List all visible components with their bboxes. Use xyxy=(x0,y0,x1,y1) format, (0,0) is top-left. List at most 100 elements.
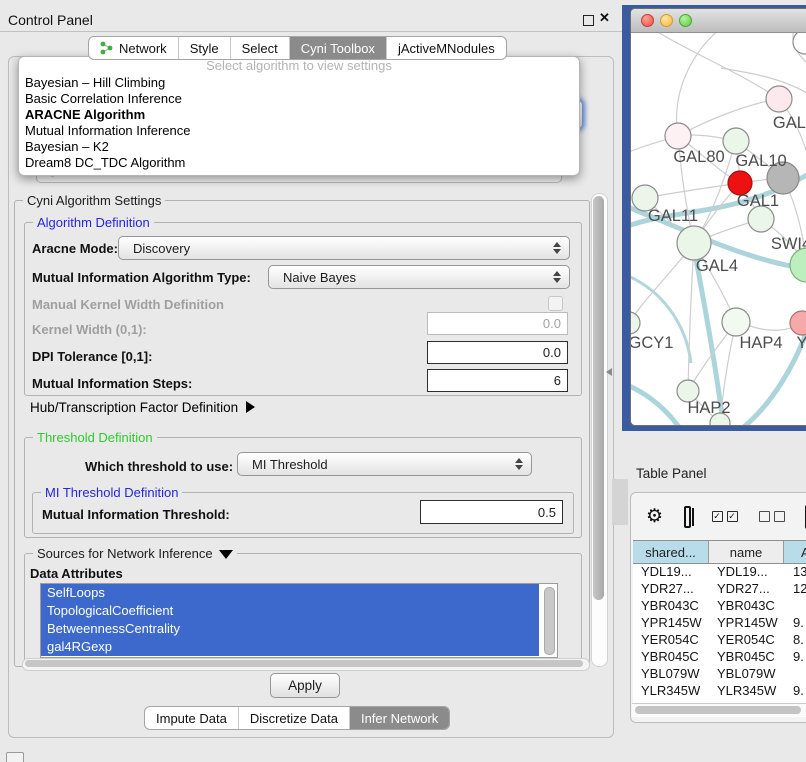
network-node[interactable] xyxy=(793,33,806,54)
list-item[interactable]: gal4RGexp xyxy=(41,638,539,656)
dpi-tolerance-field[interactable]: 0.0 xyxy=(427,341,568,364)
hub-definition-toggle[interactable]: Hub/Transcription Factor Definition xyxy=(30,400,255,415)
network-canvas[interactable]: GAL7 GAL80 GAL10 GAL1 GAL11 GAL4 SWI4 GC… xyxy=(631,33,806,425)
show-columns-button[interactable]: ✓ ✓ xyxy=(712,511,738,522)
node-label: GAL4 xyxy=(696,257,738,275)
list-item[interactable]: SelfLoops xyxy=(41,584,539,602)
hide-columns-button[interactable] xyxy=(759,511,785,522)
unchecked-checkbox-icon xyxy=(759,511,770,522)
kernel-width-label: Kernel Width (0,1): xyxy=(32,322,147,337)
network-node[interactable] xyxy=(723,128,749,154)
top-tab-bar: Network Style Select Cyni Toolbox jActiv… xyxy=(88,36,507,60)
aracne-mode-label: Aracne Mode: xyxy=(32,241,118,256)
tab-jactivemnodules[interactable]: jActiveMNodules xyxy=(386,37,506,59)
table-row[interactable]: YDL19...YDL19...13 xyxy=(633,564,806,581)
node-label: GAL1 xyxy=(737,192,779,210)
table-row[interactable]: YLR345WYLR345W9. xyxy=(633,683,806,700)
column-header[interactable]: shared... xyxy=(633,541,709,563)
manual-kernel-width-checkbox[interactable] xyxy=(548,296,563,311)
control-panel-titlebar xyxy=(0,0,622,24)
float-window-icon[interactable] xyxy=(583,15,594,26)
table-row[interactable]: YBR045CYBR045C9. xyxy=(633,649,806,666)
table-toolbar: ⚙ ✓ ✓ xyxy=(631,493,806,540)
table-horizontal-scrollbar[interactable] xyxy=(632,703,806,716)
minimize-traffic-light-icon[interactable] xyxy=(660,14,673,27)
algorithm-option[interactable]: Mutual Information Inference xyxy=(19,123,579,139)
stepper-arrows-icon xyxy=(553,242,561,254)
network-node[interactable] xyxy=(790,311,806,335)
network-node[interactable] xyxy=(790,248,806,282)
table-row[interactable]: YPR145WYPR145W9. xyxy=(633,615,806,632)
network-node[interactable] xyxy=(722,308,750,336)
tab-select[interactable]: Select xyxy=(230,37,289,59)
scrollbar-thumb[interactable] xyxy=(25,660,583,667)
table-row[interactable]: YBL079WYBL079W xyxy=(633,666,806,683)
node-label: HAP2 xyxy=(687,399,730,417)
kernel-width-field[interactable]: 0.0 xyxy=(427,312,568,335)
mi-algorithm-type-label: Mutual Information Algorithm Type: xyxy=(32,270,251,285)
node-label: GAL7 xyxy=(773,114,806,132)
table-panel-title: Table Panel xyxy=(636,466,707,481)
panel-collapse-arrow-icon[interactable] xyxy=(606,368,612,376)
settings-scrollbar-thumb[interactable] xyxy=(593,196,604,600)
algorithm-option-selected[interactable]: ARACNE Algorithm xyxy=(19,107,579,123)
list-vertical-scrollbar[interactable] xyxy=(544,587,555,655)
expand-right-icon xyxy=(246,401,255,413)
horizontal-scrollbar[interactable] xyxy=(22,658,590,671)
gear-icon[interactable]: ⚙ xyxy=(646,505,663,528)
zoom-traffic-light-icon[interactable] xyxy=(679,14,692,27)
dock-panel-icon[interactable] xyxy=(6,752,24,762)
apply-button[interactable]: Apply xyxy=(270,673,340,698)
node-label: GAL80 xyxy=(673,148,724,166)
network-node[interactable] xyxy=(766,86,792,112)
group-title: Algorithm Definition xyxy=(33,215,154,230)
node-table: shared... name A YDL19...YDL19...13 YDR2… xyxy=(633,540,806,717)
mi-algorithm-type-combobox[interactable]: Naive Bayes xyxy=(268,265,570,289)
unchecked-checkbox-icon xyxy=(774,511,785,522)
node-label: Y xyxy=(796,334,806,352)
dpi-tolerance-label: DPI Tolerance [0,1]: xyxy=(32,349,152,364)
column-header[interactable]: name xyxy=(709,541,784,563)
algorithm-option[interactable]: Bayesian – Hill Climbing xyxy=(19,75,579,91)
algorithm-option[interactable]: Bayesian – K2 xyxy=(19,139,579,155)
table-row[interactable]: YDR27...YDR27...12 xyxy=(633,581,806,598)
tab-network[interactable]: Network xyxy=(89,37,178,59)
which-threshold-combobox[interactable]: MI Threshold xyxy=(237,452,532,476)
mi-threshold-field[interactable]: 0.5 xyxy=(420,500,563,524)
network-node[interactable] xyxy=(631,312,640,334)
tab-infer-network[interactable]: Infer Network xyxy=(349,707,449,729)
collapse-down-icon xyxy=(219,550,233,559)
mi-steps-field[interactable]: 6 xyxy=(427,369,568,392)
table-row[interactable]: YER054CYER054C8. xyxy=(633,632,806,649)
scrollbar-thumb[interactable] xyxy=(635,706,801,714)
table-header-row: shared... name A xyxy=(633,540,806,564)
tab-impute-data[interactable]: Impute Data xyxy=(145,707,238,729)
group-title: Cyni Algorithm Settings xyxy=(23,193,165,208)
network-node[interactable] xyxy=(677,226,711,260)
sources-toggle[interactable]: Sources for Network Inference xyxy=(33,546,237,561)
data-attributes-label: Data Attributes xyxy=(30,566,123,581)
aracne-mode-combobox[interactable]: Discovery xyxy=(118,236,570,260)
tab-cyni-toolbox[interactable]: Cyni Toolbox xyxy=(289,37,386,59)
network-node[interactable] xyxy=(665,123,691,149)
table-row[interactable]: YBR043CYBR043C xyxy=(633,598,806,615)
network-window-titlebar[interactable] xyxy=(631,9,806,33)
close-icon[interactable]: ✕ xyxy=(599,10,610,26)
stepper-arrows-icon xyxy=(515,458,523,470)
close-traffic-light-icon[interactable] xyxy=(641,14,654,27)
stepper-arrows-icon xyxy=(553,271,561,283)
manual-kernel-width-label: Manual Kernel Width Definition xyxy=(32,297,224,312)
tab-style[interactable]: Style xyxy=(178,37,230,59)
node-label: GCY1 xyxy=(631,334,673,352)
algorithm-option[interactable]: Basic Correlation Inference xyxy=(19,91,579,107)
bottom-tab-bar: Impute Data Discretize Data Infer Networ… xyxy=(144,706,450,730)
list-item[interactable]: BetweennessCentrality xyxy=(41,620,539,638)
group-title: Threshold Definition xyxy=(33,430,157,445)
mi-threshold-label: Mutual Information Threshold: xyxy=(42,507,230,522)
list-item[interactable]: TopologicalCoefficient xyxy=(41,602,539,620)
algorithm-option[interactable]: Dream8 DC_TDC Algorithm xyxy=(19,155,579,171)
tab-discretize-data[interactable]: Discretize Data xyxy=(238,707,349,729)
column-header[interactable]: A xyxy=(784,541,806,563)
panel-splitter[interactable] xyxy=(612,479,628,525)
split-panel-icon[interactable] xyxy=(684,506,690,528)
